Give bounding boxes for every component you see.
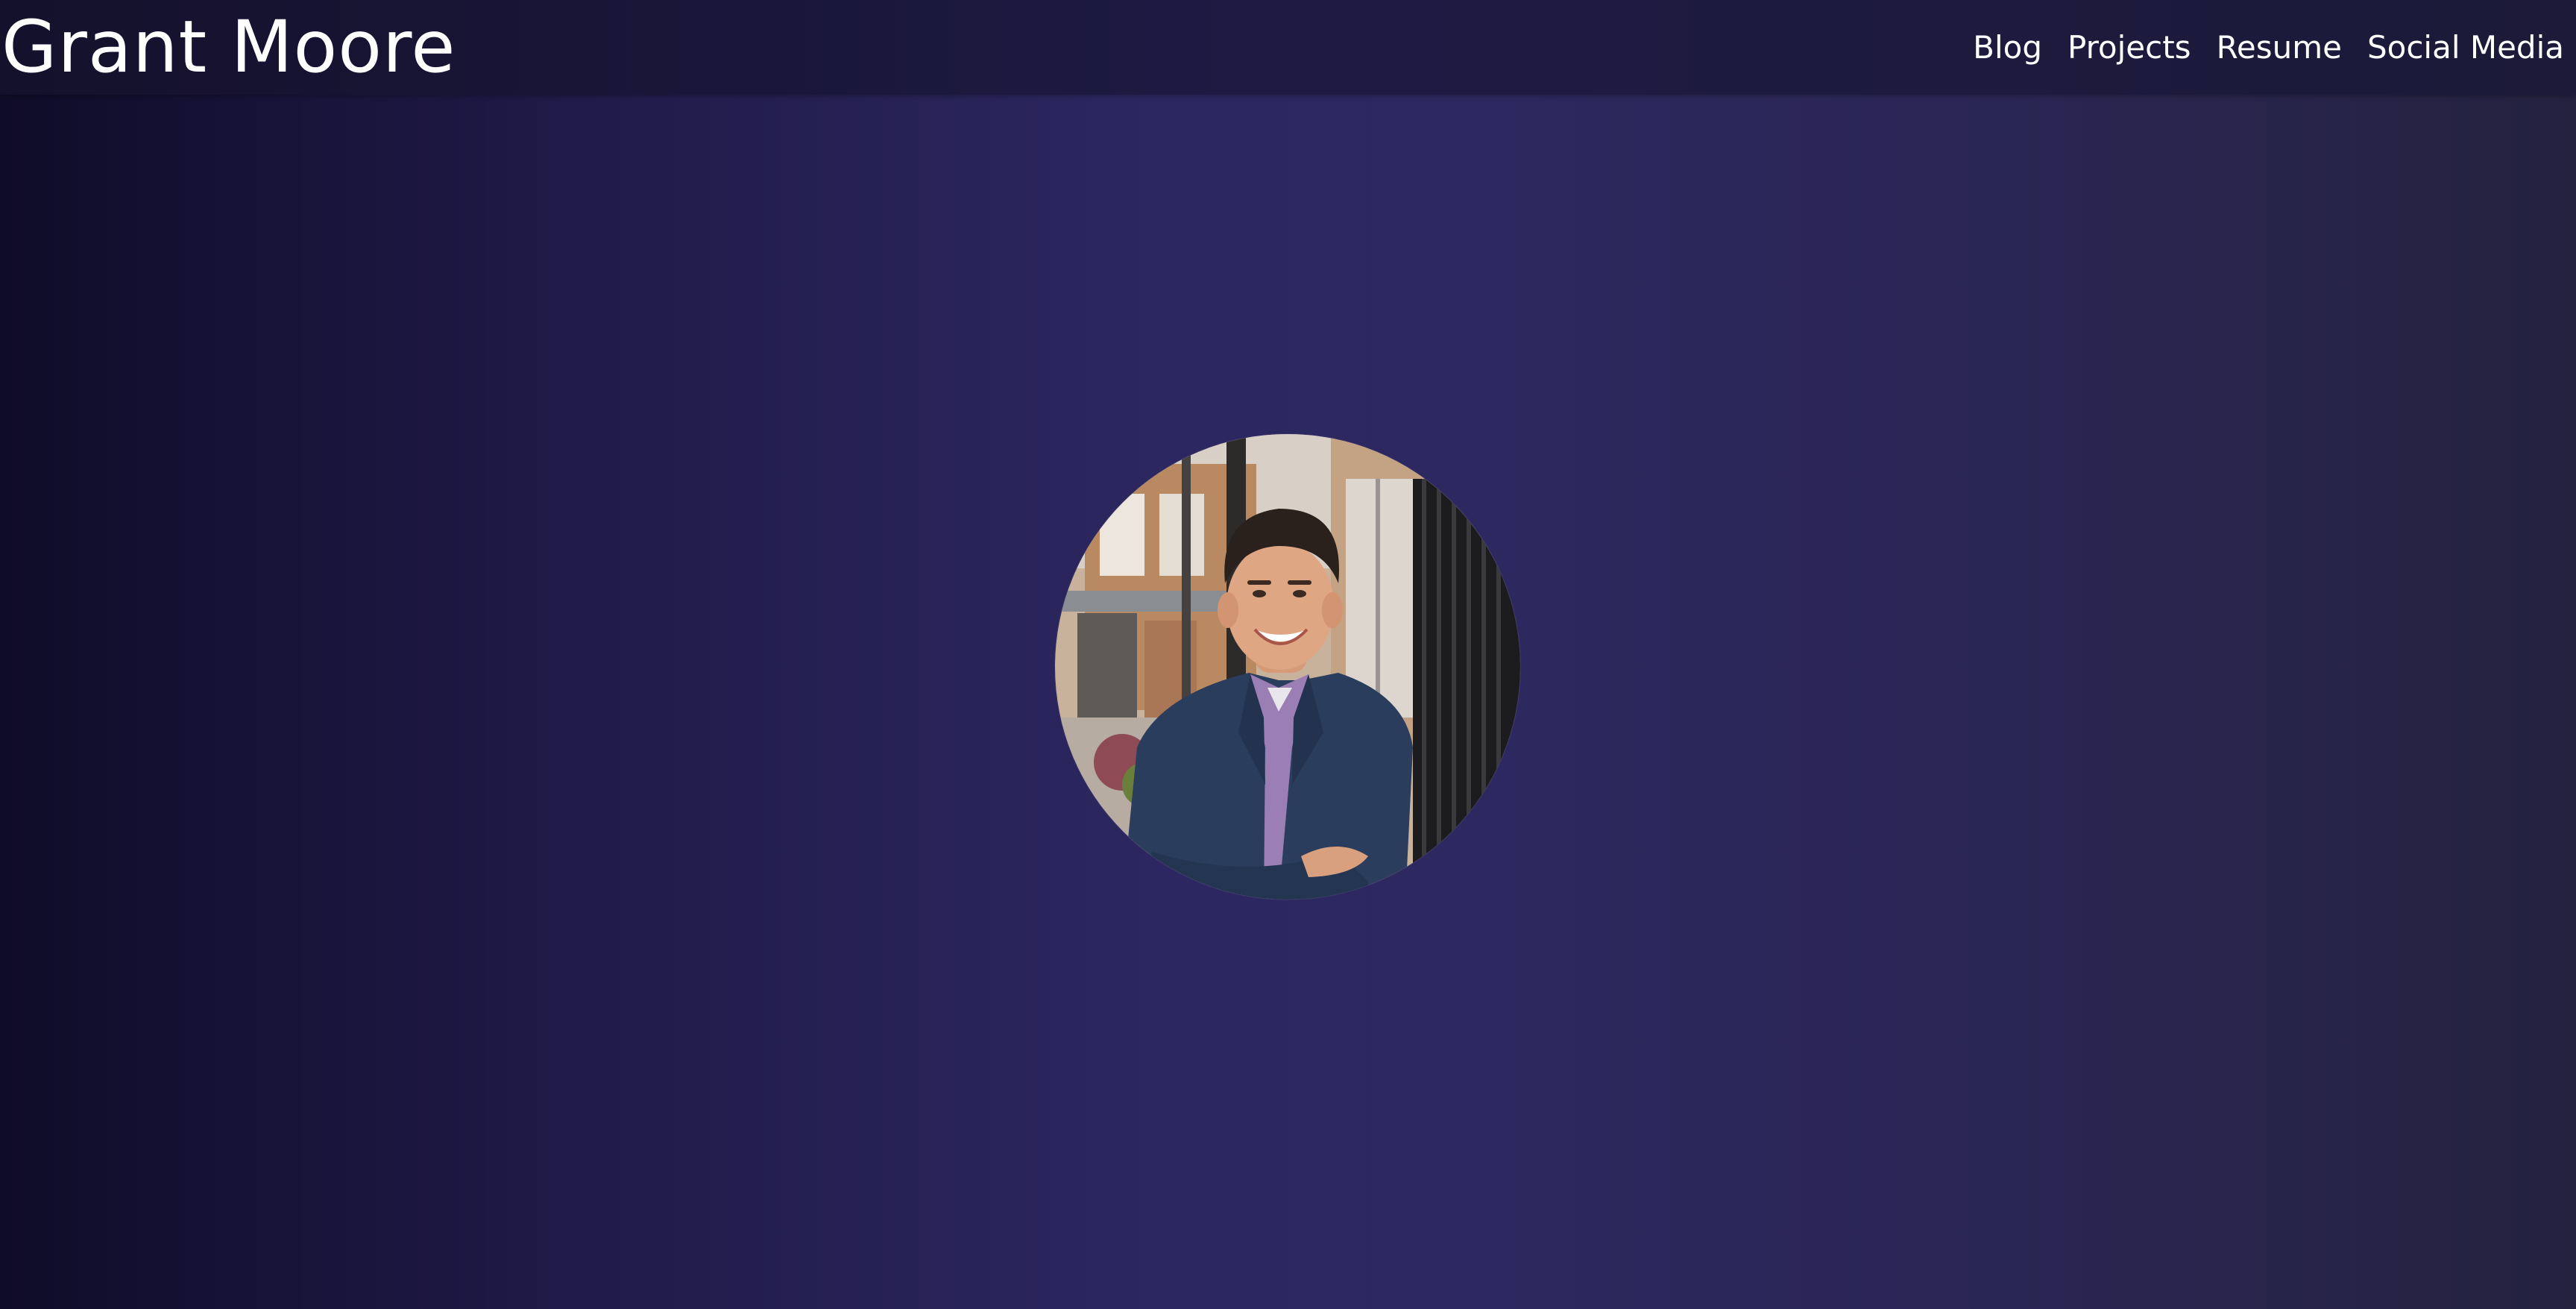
nav-links: Blog Projects Resume Social Media xyxy=(1973,0,2564,95)
profile-photo-illustration xyxy=(1055,434,1520,900)
profile-photo xyxy=(1055,434,1520,900)
nav-link-blog[interactable]: Blog xyxy=(1973,29,2042,66)
nav-link-social-media[interactable]: Social Media xyxy=(2367,29,2564,66)
site-title[interactable]: Grant Moore xyxy=(1,4,456,90)
top-navbar: Grant Moore Blog Projects Resume Social … xyxy=(0,0,2576,95)
nav-link-projects[interactable]: Projects xyxy=(2068,29,2191,66)
nav-link-resume[interactable]: Resume xyxy=(2217,29,2342,66)
